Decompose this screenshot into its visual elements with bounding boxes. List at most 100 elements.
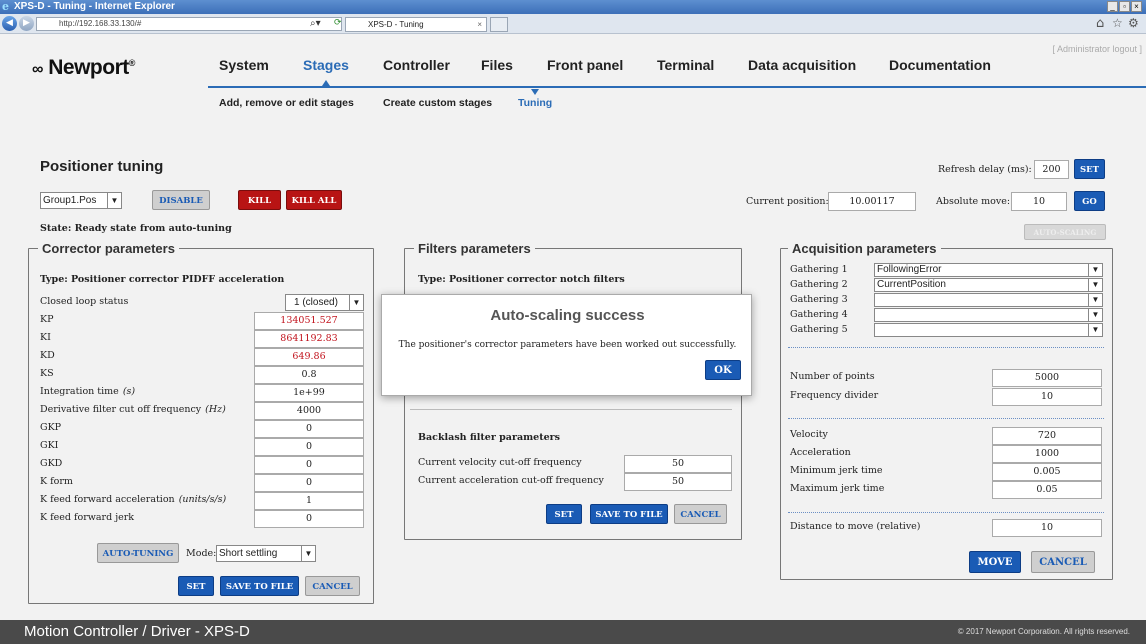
- subnav-active-indicator-icon: [531, 89, 539, 95]
- nav-divider: [208, 86, 1146, 88]
- browser-navbar: ◀ ▶ http://192.168.33.130/# ⌕▾ ⟳ XPS-D -…: [0, 14, 1146, 34]
- corrector-param-input[interactable]: 0.8: [254, 366, 364, 384]
- subnav-tuning[interactable]: Tuning: [518, 97, 552, 109]
- param-label-text: K feed forward acceleration: [40, 494, 175, 505]
- kill-all-button[interactable]: KILL ALL: [286, 190, 342, 210]
- param-label-text: GKD: [40, 458, 63, 469]
- gathering-select[interactable]: ▼: [874, 293, 1103, 307]
- corrector-param-input[interactable]: 0: [254, 474, 364, 492]
- corrector-param-input[interactable]: 1e+99: [254, 384, 364, 402]
- param-label-text: GKP: [40, 422, 62, 433]
- gathering-select[interactable]: ▼: [874, 323, 1103, 337]
- chevron-down-icon: ▼: [1088, 309, 1102, 321]
- refresh-icon[interactable]: ⟳: [334, 18, 342, 28]
- filters-set-button[interactable]: SET: [546, 504, 582, 524]
- corrector-param-label: GKD: [40, 455, 62, 473]
- footer-copyright: © 2017 Newport Corporation. All rights r…: [957, 627, 1130, 636]
- new-tab-button[interactable]: [490, 17, 508, 32]
- auto-tuning-button[interactable]: AUTO-TUNING: [97, 543, 179, 563]
- corrector-param-label: KP: [40, 311, 54, 329]
- filters-save-button[interactable]: SAVE TO FILE: [590, 504, 668, 524]
- close-window-button[interactable]: ×: [1131, 1, 1142, 12]
- minimize-button[interactable]: _: [1107, 1, 1118, 12]
- nav-system[interactable]: System: [219, 57, 269, 73]
- acquisition-cancel-button[interactable]: CANCEL: [1031, 551, 1095, 573]
- gathering-value: FollowingError: [877, 264, 942, 275]
- corrector-save-button[interactable]: SAVE TO FILE: [220, 576, 299, 596]
- mode-select[interactable]: Short settling ▼: [216, 545, 316, 562]
- refresh-delay-input[interactable]: 200: [1034, 160, 1069, 179]
- gathering-label: Gathering 5: [790, 324, 848, 335]
- gathering-select[interactable]: FollowingError ▼: [874, 263, 1103, 277]
- corrector-cancel-button[interactable]: CANCEL: [305, 576, 360, 596]
- nav-terminal[interactable]: Terminal: [657, 57, 714, 73]
- corrector-param-input[interactable]: 134051.527: [254, 312, 364, 330]
- corrector-param-input[interactable]: 1: [254, 492, 364, 510]
- corrector-param-input[interactable]: 8641192.83: [254, 330, 364, 348]
- corrector-param-label: GKI: [40, 437, 58, 455]
- distance-input[interactable]: 10: [992, 519, 1102, 537]
- subnav-create-custom-stages[interactable]: Create custom stages: [383, 97, 492, 109]
- page-title: Positioner tuning: [40, 158, 164, 175]
- favorites-star-icon[interactable]: ☆: [1112, 16, 1123, 30]
- move-button[interactable]: MOVE: [969, 551, 1021, 573]
- dialog-message: The positioner's corrector parameters ha…: [398, 340, 737, 350]
- group-select[interactable]: Group1.Pos ▼: [40, 192, 122, 209]
- corrector-param-label: Derivative filter cut off frequency (Hz): [40, 401, 226, 419]
- nav-documentation[interactable]: Documentation: [889, 57, 991, 73]
- motion-param-input[interactable]: 0.005: [992, 463, 1102, 481]
- forward-icon[interactable]: ▶: [19, 16, 34, 31]
- filters-cancel-button[interactable]: CANCEL: [674, 504, 727, 524]
- velocity-cutoff-input[interactable]: 50: [624, 455, 732, 473]
- browser-tab[interactable]: XPS-D - Tuning ×: [345, 17, 487, 32]
- go-button[interactable]: GO: [1074, 191, 1105, 211]
- motion-param-input[interactable]: 720: [992, 427, 1102, 445]
- corrector-param-input[interactable]: 649.86: [254, 348, 364, 366]
- subnav-add-remove-stages[interactable]: Add, remove or edit stages: [219, 97, 354, 109]
- acceleration-cutoff-input[interactable]: 50: [624, 473, 732, 491]
- corrector-param-input[interactable]: 4000: [254, 402, 364, 420]
- search-icon[interactable]: ⌕▾: [310, 18, 321, 29]
- chevron-down-icon: ▼: [349, 295, 363, 310]
- admin-logout-link[interactable]: [ Administrator logout ]: [1052, 44, 1142, 54]
- points-input[interactable]: 5000: [992, 369, 1102, 387]
- corrector-param-input[interactable]: 0: [254, 438, 364, 456]
- auto-scaling-button[interactable]: AUTO-SCALING: [1024, 224, 1106, 240]
- chevron-down-icon: ▼: [1088, 279, 1102, 291]
- settings-gear-icon[interactable]: ⚙: [1128, 16, 1139, 30]
- refresh-delay-label: Refresh delay (ms):: [938, 164, 1032, 175]
- window-titlebar: XPS-D - Tuning - Internet Explorer: [0, 0, 1146, 14]
- address-bar[interactable]: http://192.168.33.130/#: [36, 17, 342, 31]
- motion-param-label: Acceleration: [790, 447, 851, 458]
- maximize-button[interactable]: ▫: [1119, 1, 1130, 12]
- absolute-move-input[interactable]: 10: [1011, 192, 1067, 211]
- tab-close-icon[interactable]: ×: [477, 18, 482, 31]
- gathering-label: Gathering 2: [790, 279, 848, 290]
- kill-button[interactable]: KILL: [238, 190, 281, 210]
- divider-input[interactable]: 10: [992, 388, 1102, 406]
- nav-stages[interactable]: Stages: [303, 57, 349, 73]
- nav-controller[interactable]: Controller: [383, 57, 450, 73]
- gathering-select[interactable]: ▼: [874, 308, 1103, 322]
- back-icon[interactable]: ◀: [2, 16, 17, 31]
- nav-files[interactable]: Files: [481, 57, 513, 73]
- tab-title: XPS-D - Tuning: [368, 20, 424, 29]
- dialog-ok-button[interactable]: OK: [705, 360, 741, 380]
- chevron-down-icon: ▼: [301, 546, 315, 561]
- corrector-param-label: KI: [40, 329, 51, 347]
- newport-logo[interactable]: ∞ Newport®: [32, 56, 135, 80]
- gathering-select[interactable]: CurrentPosition ▼: [874, 278, 1103, 292]
- nav-front-panel[interactable]: Front panel: [547, 57, 623, 73]
- home-icon[interactable]: ⌂: [1096, 16, 1104, 31]
- corrector-param-input[interactable]: 0: [254, 510, 364, 528]
- corrector-param-input[interactable]: 0: [254, 420, 364, 438]
- closed-loop-select[interactable]: 1 (closed) ▼: [285, 294, 364, 311]
- nav-data-acquisition[interactable]: Data acquisition: [748, 57, 856, 73]
- motion-param-input[interactable]: 1000: [992, 445, 1102, 463]
- corrector-param-input[interactable]: 0: [254, 456, 364, 474]
- refresh-set-button[interactable]: SET: [1074, 159, 1105, 179]
- motion-param-input[interactable]: 0.05: [992, 481, 1102, 499]
- corrector-set-button[interactable]: SET: [178, 576, 214, 596]
- param-unit: (units/s/s): [178, 494, 227, 505]
- disable-button[interactable]: DISABLE: [152, 190, 210, 210]
